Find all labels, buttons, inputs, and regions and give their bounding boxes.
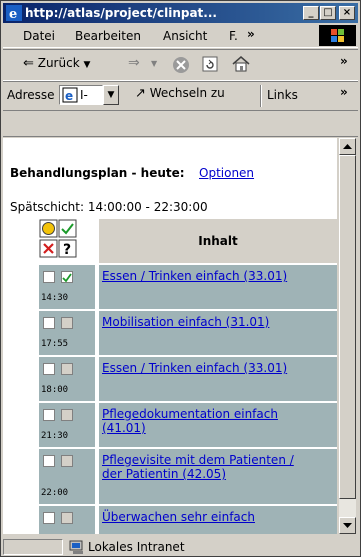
refresh-icon[interactable] [201, 55, 219, 73]
row-done-checkbox[interactable] [43, 363, 55, 375]
row-time: 14:30 [41, 293, 69, 303]
plan-row-content-cell: Essen / Trinken einfach (33.01) [99, 265, 337, 309]
row-status-box[interactable] [61, 512, 73, 524]
windows-logo-icon [319, 25, 356, 46]
plan-row-content-cell: Überwachen sehr einfach [99, 506, 337, 534]
title-bar: e http://atlas/project/clinpat... _ □ × [3, 3, 358, 23]
row-done-checkbox[interactable] [43, 271, 55, 283]
plan-row-status-cell [39, 506, 95, 534]
menu-favoriten[interactable]: F. [229, 29, 238, 43]
plan-row-content-cell: Pflegedokumentation einfach (41.01) [99, 403, 337, 447]
plan-row-status-cell: 14:30 [39, 265, 95, 309]
toolbar-spacer [3, 111, 358, 137]
plan-row-content-cell: Pflegevisite mit dem Patienten / der Pat… [99, 449, 337, 504]
row-task-link[interactable]: Mobilisation einfach (31.01) [102, 315, 302, 329]
row-status-box[interactable] [61, 455, 73, 467]
ie-logo-icon: e [6, 5, 22, 21]
menu-bearbeiten[interactable]: Bearbeiten [75, 29, 141, 43]
menu-more-chevron[interactable]: » [247, 27, 255, 41]
plan-row-status-cell: 17:55 [39, 311, 95, 355]
menu-ansicht[interactable]: Ansicht [163, 29, 207, 43]
status-zone-label: Lokales Intranet [88, 540, 185, 554]
address-input[interactable]: e I- [59, 85, 103, 105]
go-label: Wechseln zu [149, 86, 225, 100]
plan-row-status-cell: 18:00 [39, 357, 95, 401]
row-done-checkbox[interactable] [43, 455, 55, 467]
home-icon[interactable] [231, 54, 251, 74]
address-value: I- [80, 88, 88, 102]
address-bar: Adresse e I- ▼ ↗ Wechseln zu Links » [3, 81, 358, 111]
plan-row-content-cell: Essen / Trinken einfach (33.01) [99, 357, 337, 401]
page-heading: Behandlungsplan - heute: [10, 166, 185, 180]
go-button[interactable]: ↗ Wechseln zu [135, 86, 225, 101]
row-time: 17:55 [41, 339, 69, 349]
legend-unknown-icon: ? [58, 239, 77, 258]
legend-not-done-icon [39, 239, 58, 258]
row-status-box[interactable] [61, 409, 73, 421]
scroll-down-button[interactable] [339, 517, 356, 534]
intranet-icon [69, 540, 83, 554]
row-time: 21:30 [41, 431, 69, 441]
plan-row-content-cell: Mobilisation einfach (31.01) [99, 311, 337, 355]
row-done-checkbox[interactable] [43, 317, 55, 329]
vertical-scrollbar[interactable] [339, 138, 356, 534]
browser-window: e http://atlas/project/clinpat... _ □ × … [0, 0, 361, 557]
address-label: Adresse [7, 88, 55, 102]
menu-datei[interactable]: Datei [23, 29, 55, 43]
status-bar: Lokales Intranet [3, 537, 358, 556]
svg-text:e: e [9, 7, 17, 21]
row-status-box[interactable] [61, 363, 73, 375]
row-task-link[interactable]: Pflegevisite mit dem Patienten / der Pat… [102, 453, 302, 481]
minimize-button[interactable]: _ [303, 6, 319, 20]
links-more-chevron[interactable]: » [340, 85, 348, 99]
row-status-box[interactable] [61, 317, 73, 329]
toolbar: ⇐ Zurück ▼ ⇒ ▼ » [3, 49, 358, 81]
row-task-link[interactable]: Essen / Trinken einfach (33.01) [102, 269, 302, 283]
legend-icons: ? [39, 219, 95, 263]
close-button[interactable]: × [339, 6, 355, 20]
back-dropdown-icon[interactable]: ▼ [83, 60, 90, 70]
forward-dropdown-icon[interactable]: ▼ [151, 59, 157, 68]
row-task-link[interactable]: Essen / Trinken einfach (33.01) [102, 361, 302, 375]
row-task-link[interactable]: Pflegedokumentation einfach (41.01) [102, 407, 302, 435]
scroll-up-button[interactable] [339, 138, 356, 155]
menu-bar: Datei Bearbeiten Ansicht F. » [3, 25, 358, 48]
links-button[interactable]: Links [267, 88, 298, 102]
page-icon: e [62, 87, 78, 103]
back-button[interactable]: ⇐ Zurück ▼ [23, 56, 90, 71]
back-arrow-icon: ⇐ [23, 56, 34, 71]
row-time: 22:00 [41, 488, 69, 498]
row-done-checkbox[interactable] [43, 409, 55, 421]
svg-text:?: ? [63, 242, 71, 258]
row-status-box[interactable] [61, 271, 73, 283]
plan-row-status-cell: 22:00 [39, 449, 95, 504]
row-time: 18:00 [41, 385, 69, 395]
window-title: http://atlas/project/clinpat... [25, 6, 217, 20]
legend-open-icon [39, 219, 58, 238]
column-header-inhalt: Inhalt [99, 219, 337, 263]
status-progress [3, 539, 63, 555]
address-dropdown-icon[interactable]: ▼ [103, 85, 119, 105]
row-task-link[interactable]: Überwachen sehr einfach [102, 510, 302, 524]
scroll-thumb[interactable] [339, 155, 356, 499]
back-label: Zurück [37, 56, 80, 70]
go-arrow-icon: ↗ [135, 86, 146, 101]
forward-arrow-icon[interactable]: ⇒ [128, 55, 140, 71]
options-link[interactable]: Optionen [199, 166, 254, 180]
maximize-button[interactable]: □ [320, 6, 336, 20]
toolbar-more-chevron[interactable]: » [340, 54, 348, 68]
svg-text:e: e [65, 89, 73, 103]
address-separator [260, 85, 262, 107]
check-icon [62, 273, 72, 283]
legend-done-icon [58, 219, 77, 238]
shift-label: Spätschicht: 14:00:00 - 22:30:00 [10, 200, 208, 214]
row-done-checkbox[interactable] [43, 512, 55, 524]
stop-icon[interactable] [171, 55, 191, 75]
page-content: Behandlungsplan - heute: Optionen Spätsc… [3, 138, 337, 534]
plan-row-status-cell: 21:30 [39, 403, 95, 447]
